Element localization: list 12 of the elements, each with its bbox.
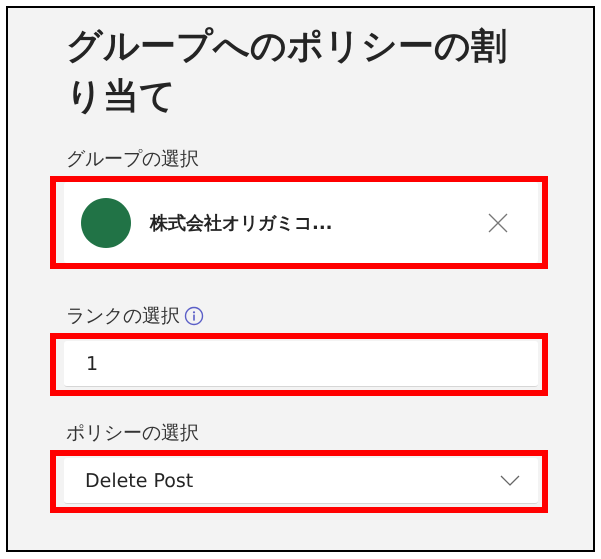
chevron-down-icon: [500, 474, 520, 486]
group-name: 株式会社オリガミコ...: [150, 212, 334, 234]
close-icon[interactable]: [488, 212, 508, 232]
panel-title: グループへのポリシーの割り当て: [66, 25, 508, 119]
rank-input[interactable]: 1: [64, 341, 538, 387]
info-icon[interactable]: [184, 306, 204, 326]
field-label: ポリシーの選択: [66, 421, 200, 446]
avatar-icon: [81, 198, 131, 248]
field-label: グループの選択: [66, 147, 200, 172]
group-picker[interactable]: 株式会社オリガミコ...: [64, 182, 538, 263]
field-label: ランクの選択: [66, 304, 180, 329]
policy-dropdown[interactable]: Delete Post: [64, 458, 538, 504]
